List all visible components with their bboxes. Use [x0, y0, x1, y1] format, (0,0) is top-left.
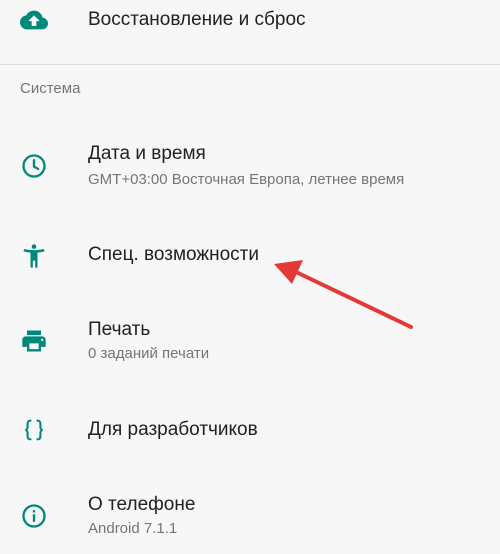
settings-item-date-time[interactable]: Дата и время GMT+03:00 Восточная Европа,…	[0, 130, 500, 200]
settings-item-title: Восстановление и сброс	[88, 9, 306, 30]
section-divider	[0, 64, 500, 65]
settings-item-title: Печать	[88, 319, 151, 340]
settings-item-about-phone[interactable]: О телефоне Android 7.1.1	[0, 482, 500, 554]
settings-item-accessibility[interactable]: Спец. возможности	[0, 222, 500, 288]
settings-item-title: О телефоне	[88, 494, 196, 515]
settings-item-title: Дата и время	[88, 143, 206, 164]
settings-item-subtitle: Android 7.1.1	[88, 520, 178, 537]
settings-item-developer-options[interactable]: Для разработчиков	[0, 398, 500, 462]
settings-item-subtitle: GMT+03:00 Восточная Европа, летнее время	[88, 171, 405, 188]
section-header-system: Система	[20, 80, 81, 97]
settings-item-printing[interactable]: Печать 0 заданий печати	[0, 306, 500, 376]
accessibility-icon	[20, 242, 48, 270]
braces-icon	[20, 416, 48, 444]
settings-item-subtitle: 0 заданий печати	[88, 345, 210, 362]
settings-item-title: Спец. возможности	[88, 244, 259, 265]
settings-item-backup-reset[interactable]: Восстановление и сброс	[0, 0, 500, 64]
clock-icon	[20, 152, 48, 180]
info-icon	[20, 502, 48, 530]
settings-item-title: Для разработчиков	[88, 419, 258, 440]
printer-icon	[20, 327, 48, 355]
cloud-upload-icon	[20, 6, 48, 34]
